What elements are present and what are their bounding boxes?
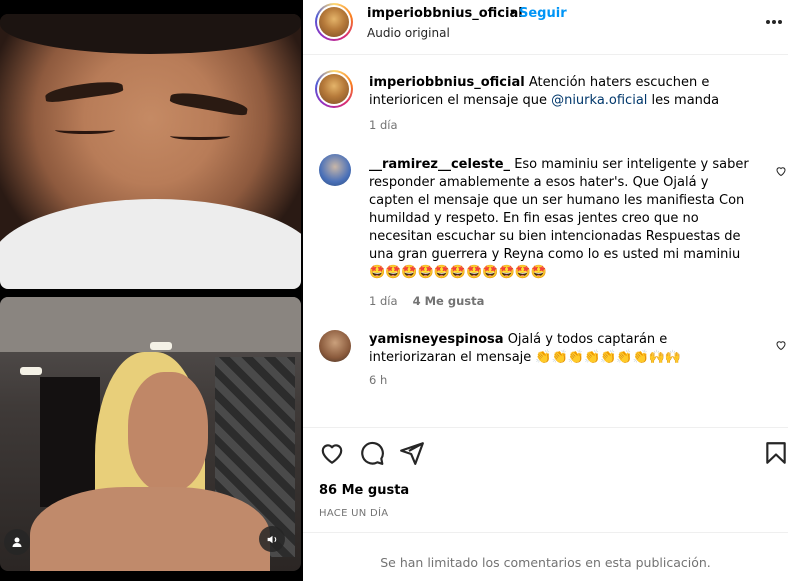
- caption-username[interactable]: imperiobbnius_oficial: [369, 75, 525, 90]
- more-horizontal-icon[interactable]: [765, 19, 783, 25]
- comment-username[interactable]: yamisneyespinosa: [369, 332, 504, 347]
- separator-dot: •: [509, 6, 517, 21]
- comment-meta: 1 día 4 Me gusta: [369, 290, 484, 309]
- video-participant-top: [0, 14, 301, 289]
- post-media[interactable]: [0, 0, 303, 581]
- comment-avatar[interactable]: [319, 330, 351, 362]
- comments-limited-notice: Se han limitado los comentarios en esta …: [380, 555, 711, 570]
- comment-text: __ramirez__celeste_ Eso maminiu ser inte…: [369, 157, 749, 280]
- caption-time[interactable]: 1 día: [369, 118, 398, 132]
- user-icon[interactable]: [4, 529, 30, 555]
- post-side-panel: imperiobbnius_oficial • Seguir Audio ori…: [303, 0, 788, 581]
- bookmark-icon[interactable]: [763, 440, 788, 466]
- comment-text: yamisneyespinosa Ojalá y todos captarán …: [369, 332, 682, 365]
- post-date[interactable]: HACE UN DÍA: [319, 508, 388, 519]
- comment-heart-icon[interactable]: [775, 339, 787, 351]
- author-avatar[interactable]: [315, 3, 353, 41]
- share-icon[interactable]: [399, 440, 425, 466]
- heart-icon[interactable]: [319, 440, 345, 466]
- comment-avatar[interactable]: [319, 154, 351, 186]
- comment-heart-icon[interactable]: [775, 165, 787, 177]
- like-count[interactable]: 86 Me gusta: [319, 483, 409, 498]
- audio-label[interactable]: Audio original: [367, 26, 450, 40]
- comment-username[interactable]: __ramirez__celeste_: [369, 157, 510, 172]
- follow-button[interactable]: Seguir: [519, 6, 567, 21]
- caption-avatar[interactable]: [315, 70, 353, 108]
- caption-text: imperiobbnius_oficial Atención haters es…: [369, 75, 720, 108]
- post-header: imperiobbnius_oficial • Seguir Audio ori…: [303, 0, 788, 46]
- comment-likes[interactable]: 4 Me gusta: [413, 294, 485, 308]
- mention-link[interactable]: @niurka.oficial: [551, 93, 647, 108]
- comment-time[interactable]: 6 h: [369, 373, 387, 387]
- author-username[interactable]: imperiobbnius_oficial: [367, 6, 523, 21]
- comment-icon[interactable]: [359, 440, 385, 466]
- video-participant-bottom: [0, 297, 301, 571]
- speaker-icon[interactable]: [259, 526, 285, 552]
- comment-time[interactable]: 1 día: [369, 294, 398, 308]
